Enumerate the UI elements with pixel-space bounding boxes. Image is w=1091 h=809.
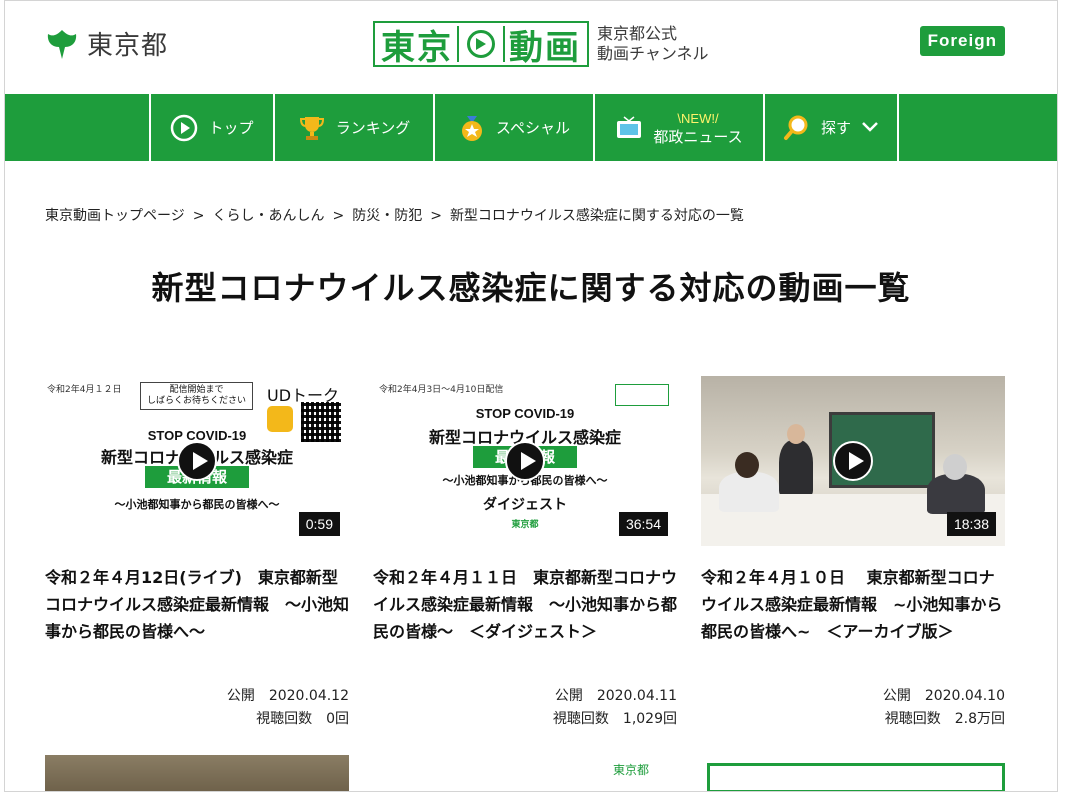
brand-subtitle: 東京都公式 動画チャンネル [597,24,709,64]
nav-item-search[interactable]: 探す [763,94,899,161]
brand-sub-line1: 東京都公式 [597,24,678,43]
brand-box: 東京 動画 [373,21,589,68]
thumb-person [719,472,779,512]
magnifier-icon [783,114,811,142]
breadcrumb-separator: > [192,208,205,224]
views-count: 0回 [326,711,349,727]
published-label: 公開 [882,688,911,704]
thumb-digest: ダイジェスト [483,497,567,513]
news-new-badge: \NEW!/ [677,110,719,126]
video-thumbnail[interactable]: 令和2年4月3日～4月10日配信 STOP COVID-19 新型コロナウイルス… [373,376,677,546]
thumb-notice-line2: しばらくお待ちください [147,396,247,406]
video-thumbnail-partial[interactable] [707,763,1005,791]
video-meta: 公開 2020.04.10 視聴回数 2.8万回 [883,685,1005,731]
breadcrumb-item-top[interactable]: 東京動画トップページ [45,208,185,224]
trophy-icon [298,114,326,142]
star-medal-icon [458,114,486,142]
chevron-down-icon [861,119,879,137]
play-button-icon[interactable] [833,441,873,481]
thumb-date: 令和2年4月１２日 [47,385,122,395]
breadcrumb-separator: > [430,208,442,224]
video-duration: 0:59 [298,512,340,536]
published-label: 公開 [554,688,583,704]
video-title[interactable]: 令和２年４月１０日 東京都新型コロナウイルス感染症最新情報 ~小池知事から都民の… [701,564,1005,645]
tv-icon [615,114,643,142]
published-label: 公開 [226,688,255,704]
breadcrumb-separator: > [332,208,345,224]
video-card[interactable]: 令和2年4月3日～4月10日配信 STOP COVID-19 新型コロナウイルス… [373,376,677,727]
breadcrumb-item-kurashi[interactable]: くらし・あんしん [212,208,324,224]
video-title[interactable]: 令和２年４月１１日 東京都新型コロナウイルス感染症最新情報 ～小池知事から都民の… [373,564,677,645]
page: 東京都 東京 動画 東京都公式 動画チャンネル Foreign トップ ランキン… [4,0,1058,792]
video-thumbnail-partial[interactable] [45,755,349,791]
partial-org-text: 東京都 [613,763,650,777]
thumb-person [927,474,985,514]
nav-label-news: 都政ニュース [653,127,743,146]
video-meta: 公開 2020.04.11 視聴回数 1,029回 [553,685,677,731]
video-thumbnail[interactable]: 18:38 [701,376,1005,546]
play-circle-icon [170,114,198,142]
thumb-head [735,452,759,478]
thumb-notice-line1: 配信開始まで [169,385,224,395]
nav-item-top[interactable]: トップ [149,94,273,161]
publish-row: 公開 2020.04.10 [883,685,1005,708]
nav-label-ranking: ランキング [335,119,411,137]
nav-item-news[interactable]: \NEW!/ 都政ニュース [593,94,763,161]
publish-row: 公開 2020.04.12 [227,685,349,708]
published-date: 2020.04.10 [924,688,1005,704]
thumb-person [779,440,813,496]
page-title: 新型コロナウイルス感染症に関する対応の動画一覧 [151,269,911,307]
thumb-date: 令和2年4月3日～4月10日配信 [379,385,504,395]
views-label: 視聴回数 [256,711,313,727]
breadcrumb: 東京動画トップページ > くらし・あんしん > 防災・防犯 > 新型コロナウイルス感染症に関… [45,205,744,225]
nav-label-search: 探す [820,119,851,137]
nav-item-ranking[interactable]: ランキング [273,94,433,161]
video-title[interactable]: 令和２年４月12日(ライブ) 東京都新型コロナウイルス感染症最新情報 ～小池知事… [45,564,349,645]
video-meta: 公開 2020.04.12 視聴回数 0回 [227,685,349,731]
breadcrumb-item-bousai[interactable]: 防災・防犯 [352,208,422,224]
brand-mini-logo-icon [615,384,669,406]
thumb-head [943,454,967,480]
thumb-head [787,424,805,444]
views-label: 視聴回数 [884,711,941,727]
breadcrumb-item-current: 新型コロナウイルス感染症に関する対応の一覧 [449,208,744,224]
nav-label-special: スペシャル [496,119,570,137]
tokyo-logo[interactable]: 東京都 [45,25,168,62]
foreign-button[interactable]: Foreign [919,26,1005,56]
video-duration: 18:38 [946,512,996,536]
play-button-icon[interactable] [505,441,545,481]
brand-right-text: 動画 [509,27,581,68]
views-row: 視聴回数 1,029回 [553,708,677,731]
logo-text: 東京都 [87,31,169,61]
brand-divider [457,26,459,62]
brand-logo[interactable]: 東京 動画 東京都公式 動画チャンネル [373,21,709,68]
nav-label-top: トップ [208,119,254,137]
views-count: 1,029回 [622,711,677,727]
video-card[interactable]: 令和2年4月１２日 配信開始まで しばらくお待ちください UDトーク STOP … [45,376,349,727]
published-date: 2020.04.11 [596,688,677,704]
video-duration: 36:54 [618,512,668,536]
video-thumbnail[interactable]: 令和2年4月１２日 配信開始まで しばらくお待ちください UDトーク STOP … [45,376,349,546]
brand-sub-line2: 動画チャンネル [597,44,709,63]
views-label: 視聴回数 [552,711,609,727]
thumb-stop: STOP COVID-19 [475,406,575,421]
brand-play-icon [467,30,495,58]
publish-row: 公開 2020.04.11 [553,685,677,708]
play-button-icon[interactable] [177,441,217,481]
news-label-group: \NEW!/ 都政ニュース [653,110,742,146]
main-nav: トップ ランキング スペシャル \NEW!/ 都政ニュース 探す [5,94,1057,161]
nav-item-special[interactable]: スペシャル [433,94,593,161]
views-row: 視聴回数 2.8万回 [883,708,1005,731]
views-row: 視聴回数 0回 [227,708,349,731]
thumb-sub: ～小池都知事から都民の皆様へ～ [114,498,280,511]
ginkgo-logo-icon [47,29,77,59]
views-count: 2.8万回 [954,711,1005,727]
video-card[interactable]: 18:38 令和２年４月１０日 東京都新型コロナウイルス感染症最新情報 ~小池知… [701,376,1005,727]
thumb-notice: 配信開始まで しばらくお待ちください [140,382,254,410]
brand-left-text: 東京 [381,27,453,68]
brand-divider-2 [503,26,505,62]
published-date: 2020.04.12 [268,688,349,704]
